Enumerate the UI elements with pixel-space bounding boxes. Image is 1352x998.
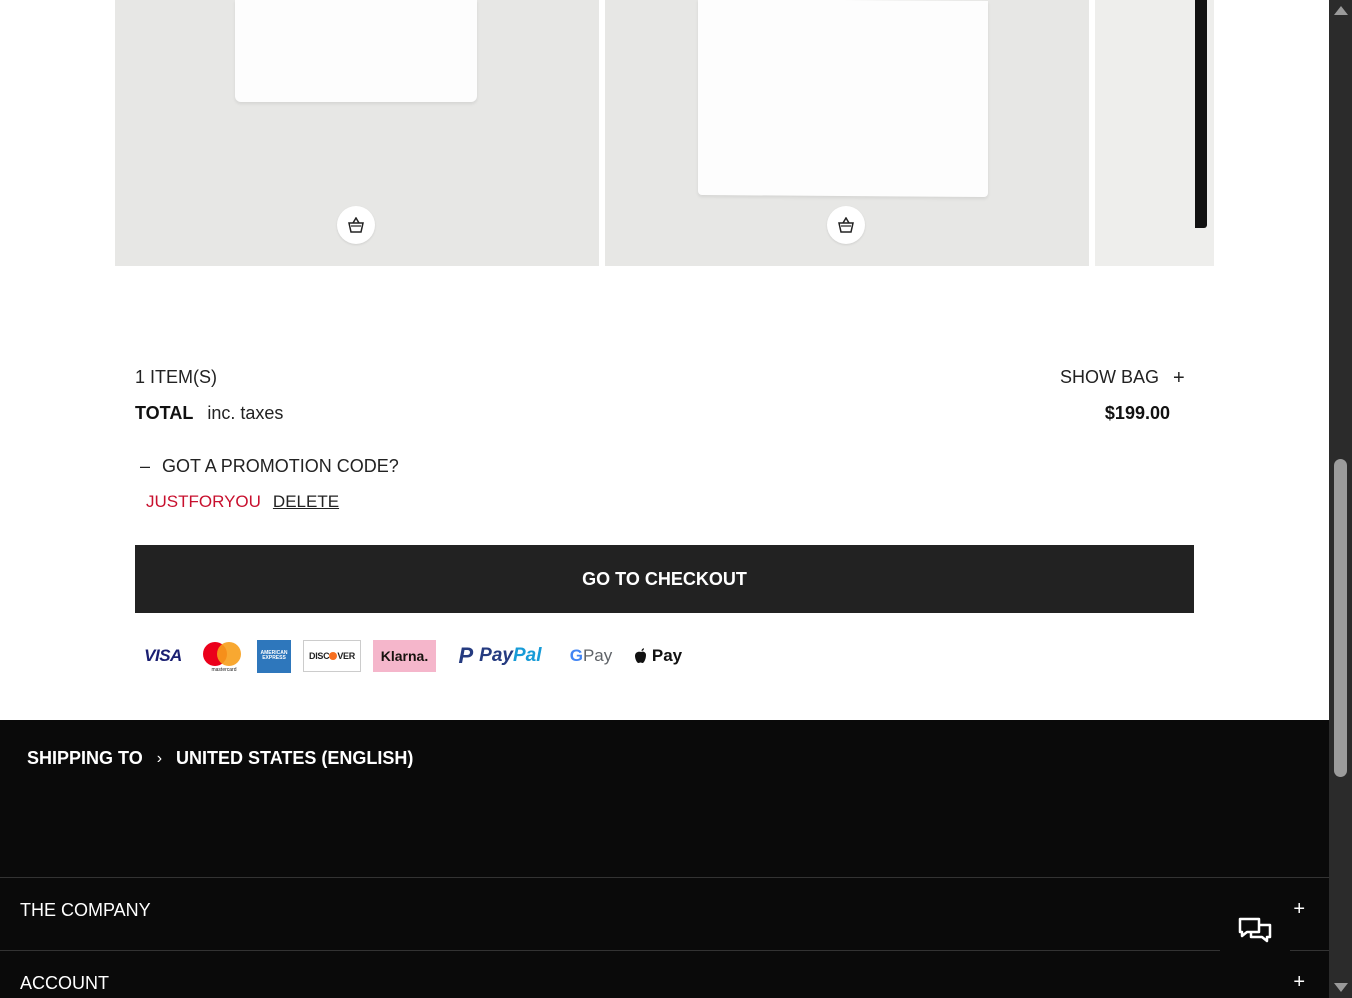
shipping-label: SHIPPING TO	[27, 748, 143, 768]
google-pay-logo: G Pay	[569, 646, 613, 665]
visa-logo: VISA	[144, 646, 182, 665]
checkout-button[interactable]: GO TO CHECKOUT	[135, 545, 1194, 613]
shopping-bag-icon	[838, 217, 854, 233]
footer-section-label: ACCOUNT	[20, 973, 109, 993]
scroll-up-arrow-icon[interactable]	[1334, 6, 1348, 15]
chevron-right-icon: ›	[156, 749, 163, 767]
klarna-logo: Klarna.	[373, 640, 436, 672]
product-card[interactable]	[1095, 0, 1214, 266]
footer-section-company[interactable]: THE COMPANY +	[0, 877, 1329, 950]
quick-add-button[interactable]	[337, 206, 375, 244]
discover-logo: DISC VER	[303, 640, 361, 672]
order-total: TOTAL inc. taxes	[135, 403, 283, 424]
shipping-region: UNITED STATES (ENGLISH)	[176, 748, 414, 768]
shipping-country-selector[interactable]: SHIPPING TO › UNITED STATES (ENGLISH)	[27, 748, 413, 769]
product-card[interactable]	[605, 0, 1089, 266]
site-footer: SHIPPING TO › UNITED STATES (ENGLISH) TH…	[0, 720, 1329, 998]
vertical-scrollbar[interactable]	[1329, 0, 1352, 998]
chat-button[interactable]	[1220, 902, 1290, 962]
product-image	[698, 0, 988, 198]
mastercard-logo: mastercard	[203, 640, 245, 673]
applied-promo: JUSTFORYOU DELETE	[146, 492, 339, 512]
quick-add-button[interactable]	[827, 206, 865, 244]
minus-icon: –	[140, 456, 151, 476]
total-price: $199.00	[1104, 403, 1170, 423]
footer-section-label: THE COMPANY	[20, 900, 151, 920]
apple-pay-logo: Pay	[632, 640, 684, 672]
payment-methods: VISA mastercard AMERICAN EXPRESS DISC VER…	[137, 639, 684, 673]
promo-delete-link[interactable]: DELETE	[273, 492, 339, 512]
plus-icon: +	[1173, 366, 1185, 389]
promo-code-toggle[interactable]: – GOT A PROMOTION CODE?	[140, 456, 399, 477]
scroll-down-arrow-icon[interactable]	[1334, 983, 1348, 992]
promo-code-value: JUSTFORYOU	[146, 492, 261, 511]
shopping-bag-icon	[348, 217, 364, 233]
plus-icon: +	[1293, 898, 1305, 920]
scrollbar-thumb[interactable]	[1334, 459, 1347, 777]
product-image	[235, 0, 477, 102]
bag-items-count: 1 ITEM(S)	[135, 367, 218, 387]
show-bag-toggle[interactable]: SHOW BAG +	[1060, 367, 1185, 388]
apple-icon	[634, 648, 646, 663]
total-tax-note: inc. taxes	[207, 403, 284, 423]
promo-toggle-label: GOT A PROMOTION CODE?	[162, 456, 399, 476]
total-label: TOTAL	[135, 403, 194, 423]
amex-logo: AMERICAN EXPRESS	[257, 639, 291, 673]
product-card[interactable]	[115, 0, 599, 266]
footer-section-account[interactable]: ACCOUNT +	[0, 950, 1329, 998]
product-image	[1195, 0, 1207, 228]
product-carousel	[115, 0, 1214, 266]
show-bag-label: SHOW BAG	[1060, 367, 1160, 387]
page: 1 ITEM(S) SHOW BAG + TOTAL inc. taxes $1…	[0, 0, 1329, 998]
chat-icon	[1238, 917, 1272, 943]
paypal-logo: P Pay Pal	[458, 643, 542, 668]
plus-icon: +	[1293, 971, 1305, 993]
